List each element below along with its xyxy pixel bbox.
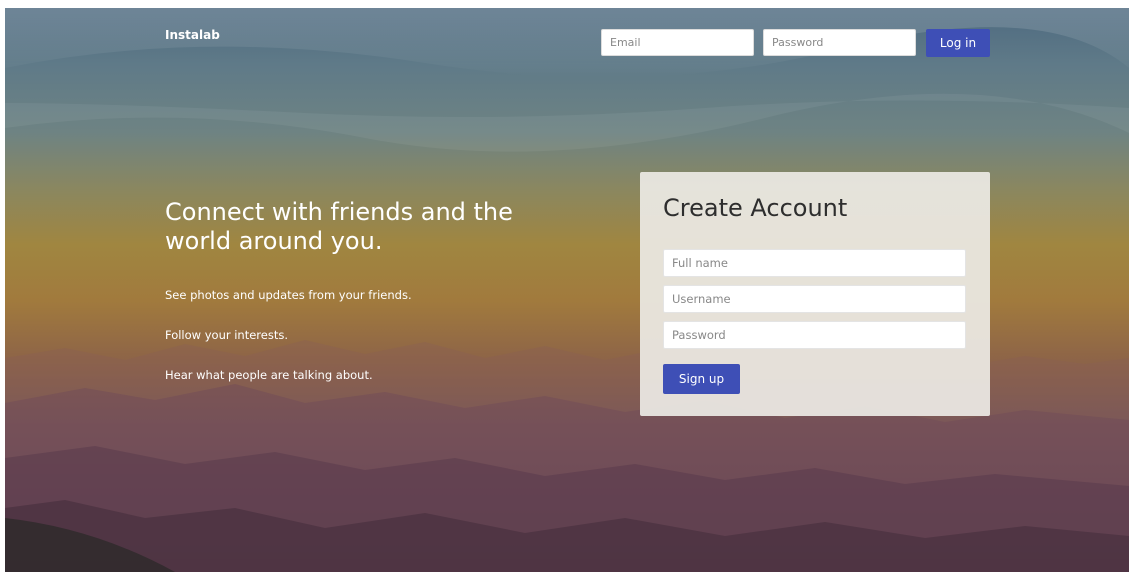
hero-headline: Connect with friends and the world aroun… (165, 198, 513, 255)
signup-card: Create Account Sign up (640, 172, 990, 416)
hero-background: Instalab Log in Connect with friends and… (5, 8, 1129, 572)
login-password-input[interactable] (763, 29, 916, 56)
hero-tagline-talking: Hear what people are talking about. (165, 368, 373, 382)
hero-tagline-interests: Follow your interests. (165, 328, 289, 342)
login-button[interactable]: Log in (926, 29, 990, 57)
signup-button[interactable]: Sign up (663, 364, 740, 394)
signup-password-input[interactable] (663, 321, 966, 349)
brand-logo[interactable]: Instalab (165, 28, 220, 42)
signup-title: Create Account (663, 194, 848, 222)
fullname-input[interactable] (663, 249, 966, 277)
hero-tagline-photos: See photos and updates from your friends… (165, 288, 412, 302)
login-email-input[interactable] (601, 29, 754, 56)
username-input[interactable] (663, 285, 966, 313)
